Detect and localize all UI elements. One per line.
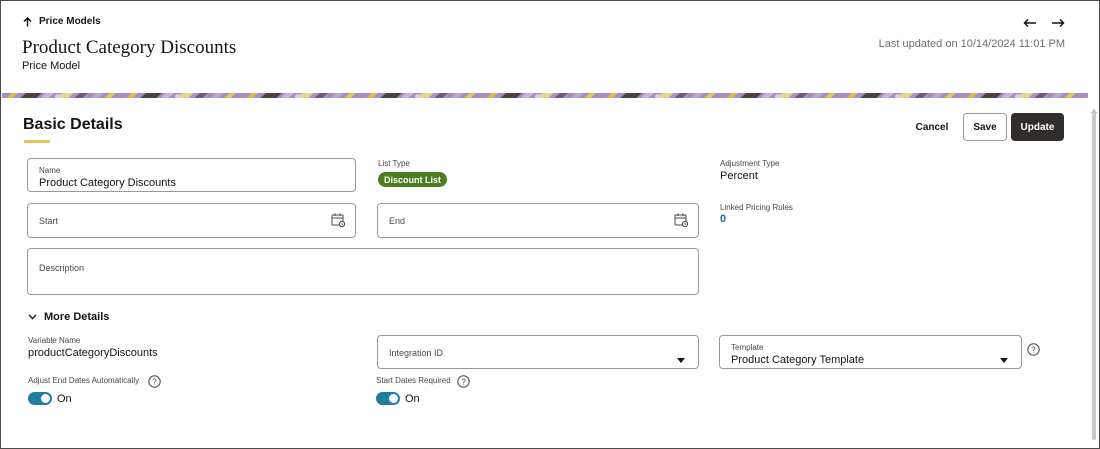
- svg-text:?: ?: [152, 377, 157, 386]
- adjust-end-dates-state: On: [57, 393, 72, 405]
- end-date-placeholder: End: [389, 216, 406, 226]
- section-title: Basic Details: [23, 116, 123, 133]
- section-title-underline: [24, 140, 50, 143]
- caret-down-icon[interactable]: [1000, 350, 1008, 368]
- start-dates-required-label: Start Dates Required: [376, 376, 451, 385]
- name-field-label: Name: [39, 166, 61, 175]
- help-icon[interactable]: ?: [1027, 343, 1040, 361]
- template-value: Product Category Template: [731, 354, 865, 366]
- start-date-placeholder: Start: [39, 216, 59, 226]
- template-select[interactable]: Template Product Category Template: [719, 335, 1022, 369]
- scrollbar-thumb[interactable]: [1092, 110, 1096, 440]
- start-dates-required-state: On: [405, 393, 420, 405]
- more-details-toggle[interactable]: More Details: [28, 311, 109, 323]
- arrow-left-icon[interactable]: [1023, 15, 1037, 33]
- variable-name-label: Variable Name: [28, 336, 81, 345]
- integration-id-placeholder: Integration ID: [389, 348, 444, 358]
- arrow-up-icon: [23, 16, 32, 27]
- template-label: Template: [731, 343, 764, 352]
- update-button[interactable]: Update: [1011, 113, 1064, 141]
- variable-name-value: productCategoryDiscounts: [28, 347, 158, 359]
- svg-text:?: ?: [1031, 345, 1036, 354]
- switch-knob: [389, 394, 398, 403]
- last-updated-timestamp: Last updated on 10/14/2024 11:01 PM: [878, 38, 1065, 50]
- end-date-field[interactable]: End: [377, 203, 699, 238]
- save-button[interactable]: Save: [963, 113, 1007, 141]
- vertical-scrollbar[interactable]: [1089, 98, 1099, 448]
- basic-details-card: Basic Details Cancel Save Update Name Pr…: [2, 98, 1088, 448]
- switch-knob: [41, 394, 50, 403]
- caret-down-icon[interactable]: [677, 350, 685, 368]
- help-icon[interactable]: ?: [457, 375, 470, 393]
- back-to-price-models-link[interactable]: Price Models: [23, 16, 101, 27]
- page-subtitle: Price Model: [22, 60, 81, 72]
- adjustment-type-value: Percent: [720, 170, 758, 182]
- back-link-label: Price Models: [39, 16, 101, 27]
- decorative-banner: [2, 89, 1088, 98]
- help-icon[interactable]: ?: [148, 375, 161, 393]
- description-placeholder: Description: [39, 263, 85, 273]
- calendar-icon[interactable]: [331, 213, 346, 232]
- svg-text:?: ?: [461, 377, 466, 386]
- start-dates-required-switch[interactable]: [376, 392, 400, 405]
- description-field[interactable]: Description: [27, 248, 699, 295]
- list-type-badge: Discount List: [378, 172, 448, 187]
- list-type-label: List Type: [378, 159, 410, 168]
- page-title: Product Category Discounts: [22, 37, 237, 58]
- linked-pricing-rules-label: Linked Pricing Rules: [720, 203, 793, 212]
- more-details-label: More Details: [44, 311, 110, 323]
- start-date-field[interactable]: Start: [27, 203, 356, 238]
- arrow-right-icon[interactable]: [1051, 15, 1065, 33]
- app-window: Price Models Product Category Discounts …: [0, 0, 1100, 449]
- calendar-icon[interactable]: [674, 213, 689, 232]
- adjustment-type-label: Adjustment Type: [720, 159, 780, 168]
- cancel-button[interactable]: Cancel: [906, 113, 958, 141]
- integration-id-select[interactable]: Integration ID: [377, 335, 699, 369]
- name-field[interactable]: Name Product Category Discounts: [27, 158, 356, 192]
- adjust-end-dates-switch[interactable]: [28, 392, 52, 405]
- linked-pricing-rules-count[interactable]: 0: [720, 213, 726, 225]
- record-navigation: [1023, 15, 1065, 33]
- chevron-down-icon: [28, 311, 37, 323]
- name-field-value: Product Category Discounts: [39, 177, 176, 189]
- adjust-end-dates-label: Adjust End Dates Automatically: [28, 376, 140, 385]
